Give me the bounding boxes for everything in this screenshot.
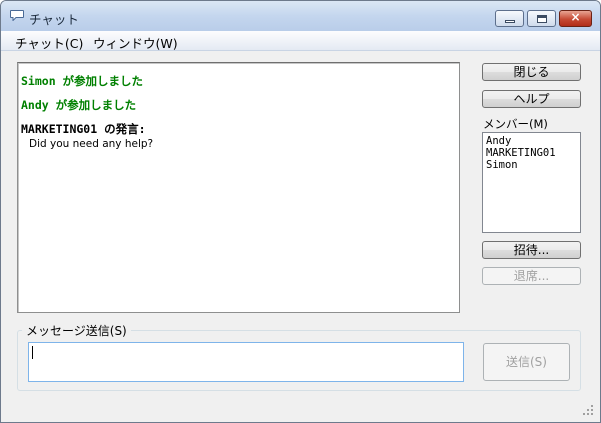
title-bar[interactable]: チャット × — [1, 1, 600, 31]
close-chat-button[interactable]: 閉じる — [482, 63, 581, 81]
send-message-label: メッセージ送信(S) — [22, 322, 131, 339]
close-icon: × — [570, 10, 581, 24]
chat-bubble-icon — [10, 10, 24, 21]
minimize-button[interactable] — [495, 10, 524, 27]
text-caret — [32, 346, 33, 359]
send-button[interactable]: 送信(S) — [483, 343, 570, 381]
menu-window[interactable]: ウィンドウ(W) — [93, 33, 178, 52]
system-message: Simon が参加しました — [21, 74, 144, 88]
menu-chat[interactable]: チャット(C) — [15, 33, 83, 52]
leave-button[interactable]: 退席... — [482, 267, 581, 285]
chat-log[interactable]: Simon が参加しました Andy が参加しました MARKETING01 の… — [17, 62, 460, 313]
invite-button[interactable]: 招待... — [482, 241, 581, 259]
window-title: チャット — [29, 12, 79, 27]
resize-grip-icon[interactable] — [581, 403, 595, 417]
members-label: メンバー(M) — [483, 117, 548, 131]
system-message: Andy が参加しました — [21, 98, 137, 112]
menu-bar: チャット(C) ウィンドウ(W) — [1, 31, 600, 51]
maximize-button[interactable] — [527, 10, 556, 27]
member-item[interactable]: Simon — [486, 159, 518, 171]
close-window-button[interactable]: × — [559, 10, 592, 27]
message-input[interactable] — [28, 342, 464, 382]
member-item[interactable]: MARKETING01 — [486, 147, 556, 159]
speaker-header: MARKETING01 の発言: — [21, 122, 146, 136]
help-button[interactable]: ヘルプ — [482, 90, 581, 108]
member-item[interactable]: Andy — [486, 135, 511, 147]
chat-message: Did you need any help? — [29, 138, 154, 150]
members-list[interactable]: Andy MARKETING01 Simon — [482, 132, 581, 233]
chat-window: チャット × チャット(C) ウィンドウ(W) Simon が参加しました An… — [0, 0, 601, 423]
